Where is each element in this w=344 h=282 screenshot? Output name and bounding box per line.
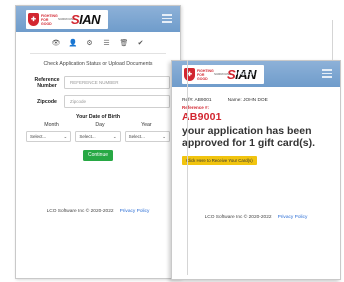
reference-row: Reference Number REFERENCE NUMBER: [30, 76, 170, 89]
privacy-policy-link[interactable]: Privacy Policy: [278, 215, 308, 220]
hamburger-menu-icon[interactable]: [162, 14, 172, 25]
trash-icon[interactable]: 🗑: [120, 39, 129, 47]
list-icon[interactable]: ☰: [103, 39, 111, 47]
chevron-down-icon: ⌄: [162, 133, 166, 139]
logo-brand-rest: IAN: [79, 12, 101, 27]
top-navbar: ✚ FIGHTING FOR GOOD SURROUND SIAN icatio…: [172, 61, 340, 87]
site-logo[interactable]: ✚ FIGHTING FOR GOOD SURROUND SIAN: [26, 10, 108, 29]
screenshot-stage: ✚ FIGHTING FOR GOOD SURROUND SIAN 👁 👤 ⚙ …: [0, 0, 344, 282]
ref-line: Ref#: AB9001 Name: JOHN DOE: [182, 98, 340, 103]
scrollbar-track[interactable]: [187, 60, 188, 275]
month-select-value: Select...: [30, 134, 47, 139]
reference-input[interactable]: REFERENCE NUMBER: [64, 76, 170, 89]
shield-logo-icon: ✚: [28, 13, 39, 26]
hamburger-menu-icon[interactable]: [322, 69, 332, 80]
footer: LCO Software Inc © 2020-2022 Privacy Poli…: [16, 209, 180, 214]
eye-icon[interactable]: 👁: [52, 39, 61, 47]
action-icon-row: 👁 👤 ⚙ ☰ 🗑 ✔: [16, 32, 180, 53]
logo-tagline: FIGHTING FOR GOOD: [41, 13, 58, 26]
year-label: Year: [141, 122, 152, 128]
day-select-value: Select...: [79, 134, 96, 139]
navbar-title: ication: [236, 70, 255, 77]
reference-label: Reference #:: [182, 105, 210, 110]
privacy-policy-link[interactable]: Privacy Policy: [120, 209, 150, 214]
dob-labels: Month Day Year: [26, 122, 170, 128]
zipcode-row: Zipcode Zipcode: [30, 95, 170, 108]
month-select[interactable]: Select... ⌄: [26, 131, 72, 142]
day-select[interactable]: Select... ⌄: [75, 131, 121, 142]
dob-selects: Select... ⌄ Select... ⌄ Select... ⌄: [26, 131, 170, 142]
chevron-down-icon: ⌄: [112, 133, 117, 139]
receive-cards-button[interactable]: Click Here to Receive Your Card(s): [182, 156, 257, 165]
month-label: Month: [44, 122, 59, 128]
shield-logo-icon: ✚: [184, 68, 195, 81]
footer: LCO Software Inc © 2020-2022 Privacy Poli…: [172, 215, 340, 220]
customer-name: Name: JOHN DOE: [227, 98, 268, 103]
zipcode-label: Zipcode: [37, 98, 57, 105]
divider: [30, 53, 166, 54]
chevron-down-icon: ⌄: [63, 133, 68, 139]
check-icon[interactable]: ✔: [137, 39, 145, 47]
scrollbar-track[interactable]: [332, 20, 333, 60]
continue-button[interactable]: Continue: [83, 150, 113, 161]
gear-icon[interactable]: ⚙: [86, 39, 94, 47]
copyright-text: LCO Software Inc © 2020-2022: [204, 215, 272, 220]
copyright-text: LCO Software Inc © 2020-2022: [46, 209, 114, 214]
year-select-value: Select...: [128, 134, 145, 139]
status-check-screen: ✚ FIGHTING FOR GOOD SURROUND SIAN 👁 👤 ⚙ …: [15, 5, 181, 279]
day-label: Day: [95, 122, 105, 128]
logo-brand-s: S: [227, 67, 236, 82]
logo-brand-s: S: [71, 12, 80, 27]
zipcode-input[interactable]: Zipcode: [64, 95, 170, 108]
reference-number: AB9001: [182, 111, 222, 123]
dob-title: Your Date of Birth: [76, 114, 120, 120]
year-select[interactable]: Select... ⌄: [124, 131, 170, 142]
top-navbar: ✚ FIGHTING FOR GOOD SURROUND SIAN: [16, 6, 180, 32]
page-heading: Check Application Status or Upload Docum…: [43, 61, 153, 67]
logo-brand: SIAN: [71, 12, 101, 27]
reference-label: Reference Number: [34, 76, 60, 89]
logo-subtext: SURROUND: [58, 16, 76, 21]
logo-tagline: FIGHTING FOR GOOD: [197, 68, 214, 81]
approval-screen: ✚ FIGHTING FOR GOOD SURROUND SIAN icatio…: [171, 60, 341, 280]
logo-subtext: SURROUND: [214, 71, 232, 76]
approval-message: your application has been approved for 1…: [182, 125, 316, 149]
user-icon[interactable]: 👤: [69, 39, 78, 47]
